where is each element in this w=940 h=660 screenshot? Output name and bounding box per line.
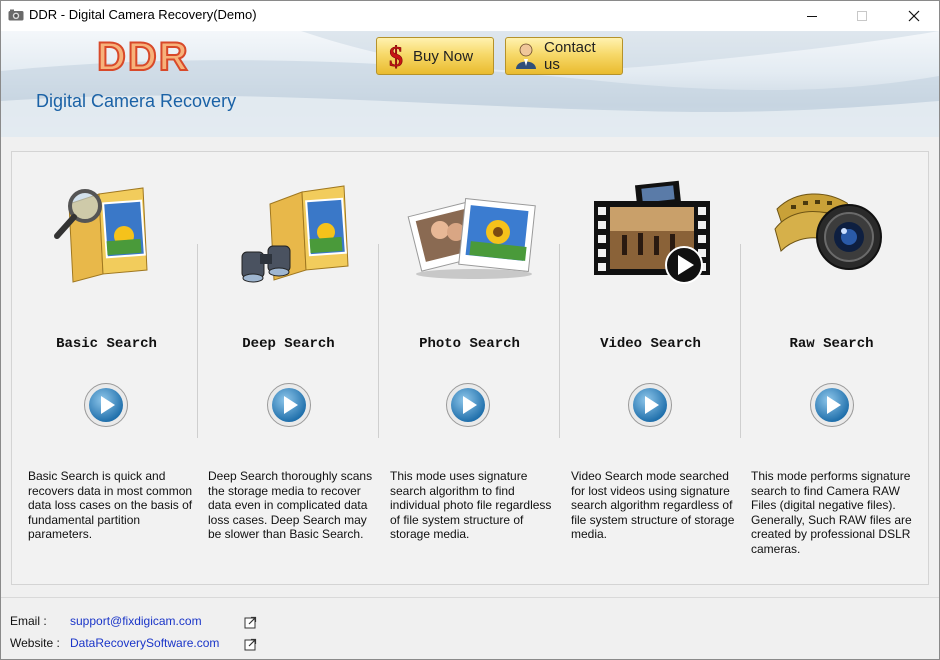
folder-magnifier-icon (16, 174, 197, 294)
play-icon (628, 383, 672, 427)
camera-lens-film-icon (741, 174, 922, 294)
contact-us-button[interactable]: Contact us (505, 37, 623, 75)
dollar-icon: $ (385, 42, 407, 70)
close-button[interactable] (891, 1, 937, 31)
app-icon (8, 9, 24, 21)
window-title: DDR - Digital Camera Recovery(Demo) (29, 7, 257, 22)
deep-search-description: Deep Search thoroughly scans the storage… (208, 469, 373, 541)
play-icon (267, 383, 311, 427)
app-window: DDR - Digital Camera Recovery(Demo) DDR … (0, 0, 940, 660)
app-subtitle: Digital Camera Recovery (36, 91, 237, 111)
header-banner: DDR Digital Camera Recovery $ Buy Now Co… (1, 31, 939, 137)
title-bar[interactable]: DDR - Digital Camera Recovery(Demo) (1, 1, 939, 31)
email-link[interactable]: support@fixdigicam.com (70, 614, 202, 628)
raw-search-title: Raw Search (789, 336, 874, 352)
video-search-play-button[interactable] (627, 382, 673, 428)
raw-search-play-button[interactable] (809, 382, 855, 428)
play-icon (810, 383, 854, 427)
buy-now-button[interactable]: $ Buy Now (376, 37, 494, 75)
play-icon (84, 383, 128, 427)
search-modes-panel: Basic Search Basic Search is quick and r… (11, 151, 929, 585)
mode-deep-search: Deep Search Deep Search thoroughly scans… (198, 152, 379, 584)
email-row: Email : support@fixdigicam.com (10, 614, 270, 630)
mode-raw-search: Raw Search This mode performs signature … (741, 152, 922, 584)
footer: Email : support@fixdigicam.com Website :… (1, 597, 939, 659)
minimize-button[interactable] (789, 1, 835, 31)
contact-us-label: Contact us (544, 39, 596, 73)
website-row: Website : DataRecoverySoftware.com (10, 636, 270, 652)
mode-photo-search: Photo Search This mode uses signature se… (379, 152, 560, 584)
mode-basic-search: Basic Search Basic Search is quick and r… (16, 152, 197, 584)
folder-binoculars-icon (198, 174, 379, 294)
basic-search-title: Basic Search (56, 336, 157, 352)
buy-now-label: Buy Now (413, 47, 474, 65)
photo-search-description: This mode uses signature search algorith… (390, 469, 552, 541)
close-icon (908, 10, 920, 22)
mode-video-search: Video Search Video Search mode searched … (560, 152, 741, 584)
ddr-logo: DDR (96, 34, 190, 80)
contact-person-icon (514, 42, 538, 70)
email-label: Email : (10, 614, 47, 628)
deep-search-title: Deep Search (242, 336, 335, 352)
video-search-description: Video Search mode searched for lost vide… (571, 469, 735, 541)
photo-search-play-button[interactable] (445, 382, 491, 428)
website-label: Website : (10, 636, 60, 650)
play-icon (446, 383, 490, 427)
photos-icon (379, 174, 560, 294)
minimize-icon (807, 16, 817, 17)
maximize-button[interactable] (839, 1, 885, 31)
svg-text:$: $ (389, 42, 403, 70)
maximize-icon (857, 11, 867, 21)
video-search-title: Video Search (600, 336, 701, 352)
deep-search-play-button[interactable] (266, 382, 312, 428)
raw-search-description: This mode performs signature search to f… (751, 469, 912, 556)
basic-search-play-button[interactable] (83, 382, 129, 428)
video-film-icon (560, 174, 741, 294)
website-link[interactable]: DataRecoverySoftware.com (70, 636, 219, 650)
basic-search-description: Basic Search is quick and recovers data … (28, 469, 193, 541)
external-link-icon[interactable] (244, 638, 257, 651)
external-link-icon[interactable] (244, 616, 257, 629)
photo-search-title: Photo Search (419, 336, 520, 352)
